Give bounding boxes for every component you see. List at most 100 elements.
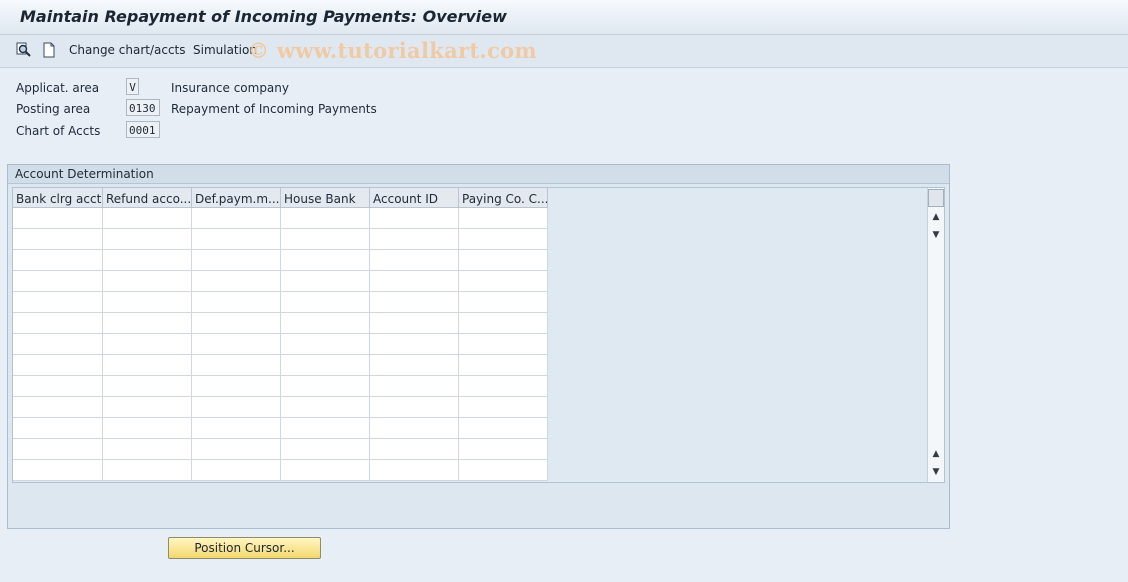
table-cell[interactable] (103, 271, 192, 292)
table-cell[interactable] (281, 460, 370, 481)
table-cell[interactable] (370, 376, 459, 397)
table-cell[interactable] (13, 418, 103, 439)
table-cell[interactable] (192, 250, 281, 271)
vertical-scrollbar[interactable]: ▲ ▼ ▲ ▼ (927, 188, 944, 482)
table-cell[interactable] (370, 460, 459, 481)
table-cell[interactable] (13, 460, 103, 481)
table-cell[interactable] (459, 334, 548, 355)
title-bar: Maintain Repayment of Incoming Payments:… (0, 0, 1128, 35)
column-header-house-bank[interactable]: House Bank (281, 188, 370, 208)
table-cell[interactable] (459, 460, 548, 481)
table-cell[interactable] (370, 334, 459, 355)
chart-of-accts-row: Chart of Accts 0001 (16, 121, 416, 141)
table-cell[interactable] (13, 250, 103, 271)
table-cell[interactable] (103, 355, 192, 376)
table-cell[interactable] (459, 439, 548, 460)
table-cell[interactable] (192, 460, 281, 481)
column-header-refund-account[interactable]: Refund acco... (103, 188, 192, 208)
table-cell[interactable] (459, 208, 548, 229)
table-cell[interactable] (103, 250, 192, 271)
table-cell[interactable] (13, 292, 103, 313)
find-icon[interactable] (15, 41, 33, 59)
table-cell[interactable] (370, 418, 459, 439)
table-cell[interactable] (281, 397, 370, 418)
table-cell[interactable] (370, 397, 459, 418)
watermark: © www.tutorialkart.com (248, 38, 537, 63)
scroll-down-icon[interactable]: ▼ (931, 230, 941, 240)
table-cell[interactable] (192, 418, 281, 439)
table-cell[interactable] (13, 271, 103, 292)
table-cell[interactable] (281, 250, 370, 271)
table-cell[interactable] (192, 439, 281, 460)
table-cell[interactable] (13, 313, 103, 334)
table-cell[interactable] (281, 355, 370, 376)
table-cell[interactable] (459, 418, 548, 439)
table-cell[interactable] (281, 418, 370, 439)
table-cell[interactable] (281, 208, 370, 229)
table-cell[interactable] (281, 313, 370, 334)
table-cell[interactable] (13, 355, 103, 376)
table-cell[interactable] (192, 355, 281, 376)
table-cell[interactable] (192, 376, 281, 397)
table-cell[interactable] (459, 397, 548, 418)
table-cell[interactable] (370, 250, 459, 271)
table-cell[interactable] (281, 439, 370, 460)
table-cell[interactable] (103, 208, 192, 229)
applic-area-field[interactable]: V (126, 78, 139, 95)
table-cell[interactable] (192, 397, 281, 418)
table-cell[interactable] (103, 418, 192, 439)
table-cell[interactable] (281, 292, 370, 313)
table-cell[interactable] (192, 292, 281, 313)
change-chart-accts-button[interactable]: Change chart/accts (69, 43, 186, 57)
column-config-icon[interactable] (928, 189, 944, 207)
column-header-paying-co-code[interactable]: Paying Co. C... (459, 188, 548, 208)
table-cell[interactable] (370, 313, 459, 334)
table-cell[interactable] (459, 292, 548, 313)
table-cell[interactable] (459, 271, 548, 292)
column-header-bank-clrg-acct[interactable]: Bank clrg acct (13, 188, 103, 208)
column-header-account-id[interactable]: Account ID (370, 188, 459, 208)
table-cell[interactable] (370, 229, 459, 250)
table-cell[interactable] (13, 208, 103, 229)
table-cell[interactable] (370, 439, 459, 460)
table-cell[interactable] (281, 271, 370, 292)
table-cell[interactable] (13, 397, 103, 418)
position-cursor-button[interactable]: Position Cursor... (168, 537, 321, 559)
table-cell[interactable] (103, 460, 192, 481)
table-cell[interactable] (370, 355, 459, 376)
scroll-page-down-icon[interactable]: ▼ (931, 467, 941, 477)
table-cell[interactable] (370, 208, 459, 229)
table-cell[interactable] (281, 376, 370, 397)
table-cell[interactable] (13, 334, 103, 355)
table-cell[interactable] (13, 439, 103, 460)
table-cell[interactable] (13, 229, 103, 250)
table-cell[interactable] (192, 271, 281, 292)
scroll-up-icon[interactable]: ▲ (931, 212, 941, 222)
table-cell[interactable] (281, 334, 370, 355)
table-cell[interactable] (103, 292, 192, 313)
chart-of-accts-field[interactable]: 0001 (126, 121, 160, 138)
table-cell[interactable] (192, 229, 281, 250)
posting-area-field[interactable]: 0130 (126, 99, 160, 116)
table-cell[interactable] (103, 439, 192, 460)
table-cell[interactable] (103, 229, 192, 250)
table-cell[interactable] (459, 229, 548, 250)
table-cell[interactable] (459, 313, 548, 334)
table-cell[interactable] (103, 397, 192, 418)
table-cell[interactable] (192, 208, 281, 229)
table-cell[interactable] (192, 313, 281, 334)
table-cell[interactable] (281, 229, 370, 250)
table-cell[interactable] (103, 313, 192, 334)
table-cell[interactable] (103, 334, 192, 355)
column-header-def-payment-method[interactable]: Def.paym.m... (192, 188, 281, 208)
table-cell[interactable] (192, 334, 281, 355)
scroll-page-up-icon[interactable]: ▲ (931, 449, 941, 459)
table-cell[interactable] (459, 355, 548, 376)
table-cell[interactable] (370, 271, 459, 292)
new-document-icon[interactable] (40, 41, 58, 59)
table-cell[interactable] (13, 376, 103, 397)
table-cell[interactable] (459, 376, 548, 397)
table-cell[interactable] (370, 292, 459, 313)
table-cell[interactable] (103, 376, 192, 397)
table-cell[interactable] (459, 250, 548, 271)
